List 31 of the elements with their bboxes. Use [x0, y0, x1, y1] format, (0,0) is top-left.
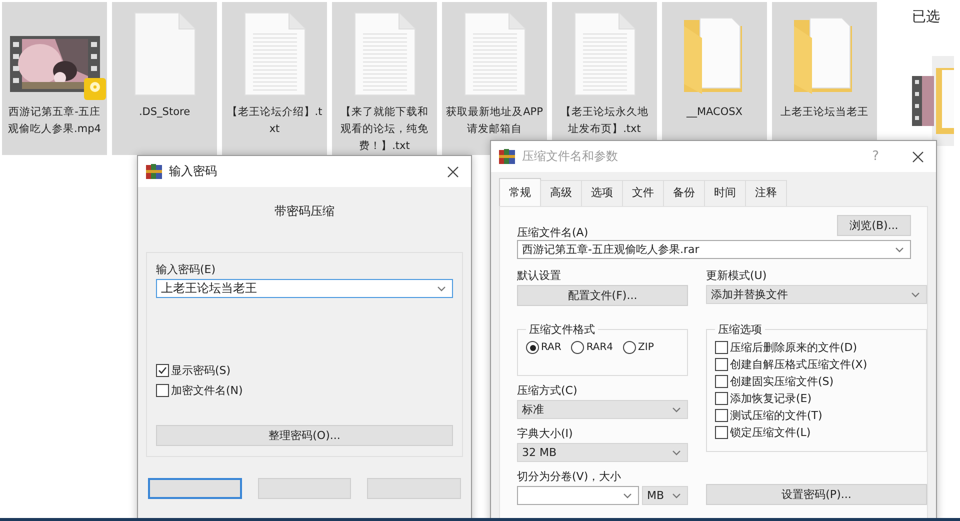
- group-title: 压缩选项: [717, 322, 763, 337]
- field-label: 字典大小(I): [517, 427, 574, 441]
- file-name: 西游记第五章-五庄观偷吃人参果.mp4: [7, 105, 102, 137]
- dialog-heading: 带密码压缩: [274, 203, 334, 220]
- field-label: 切分为分卷(V)，大小: [517, 470, 622, 484]
- group-title: 压缩文件格式: [528, 322, 596, 337]
- field-label: 压缩方式(C): [517, 384, 578, 398]
- field-label: 默认设置: [517, 269, 562, 283]
- checkbox-label: 显示密码(S): [171, 363, 231, 379]
- checkbox-label: 加密文件名(N): [171, 383, 243, 399]
- radio-label: RAR4: [586, 342, 614, 353]
- window-title: 输入密码: [169, 163, 217, 180]
- field-label: 输入密码(E): [156, 263, 217, 277]
- checkbox-label: 锁定压缩文件(L): [730, 425, 811, 441]
- file-name: .DS_Store: [138, 105, 192, 120]
- checkbox-label: 创建固实压缩文件(S): [730, 374, 834, 390]
- file-name: 上老王论坛当老王: [780, 105, 870, 120]
- field-label: 压缩文件名(A): [517, 226, 588, 240]
- checkbox-label: 创建自解压格式压缩文件(X): [730, 357, 868, 373]
- details-title: 已选: [912, 8, 941, 26]
- radio-label: ZIP: [638, 342, 654, 353]
- checkbox-label: 测试压缩的文件(T): [730, 408, 822, 424]
- file-name: 【来了就能下载和观看的论坛，纯免费！】.txt: [340, 105, 430, 154]
- radio-label: RAR: [541, 342, 562, 353]
- file-name: 获取最新地址及APP请发邮箱自: [446, 105, 544, 137]
- checkbox-label: 压缩后删除原来的文件(D): [730, 340, 858, 356]
- file-name: 【老王论坛永久地址发布页】.txt: [560, 105, 650, 137]
- checkbox-label: 添加恢复记录(E): [730, 391, 812, 407]
- file-name: __MACOSX: [685, 105, 744, 120]
- field-label: 更新模式(U): [706, 269, 768, 283]
- file-name: 【老王论坛介绍】.txt: [226, 105, 324, 137]
